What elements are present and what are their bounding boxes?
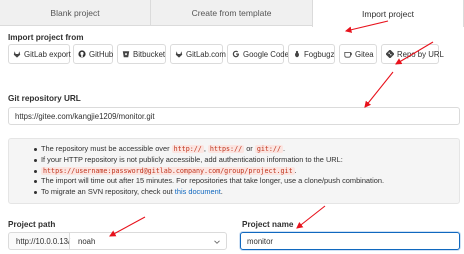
import-repo-by-url-button[interactable]: Repo by URL (381, 44, 444, 64)
import-gitea-button[interactable]: Gitea (339, 44, 377, 64)
import-source-label: Google Code (243, 49, 289, 59)
import-source-label: GitHub (89, 49, 114, 59)
git-url-input[interactable]: https://gitee.com/kangjie1209/monitor.gi… (8, 107, 460, 125)
import-fogbugz-button[interactable]: Fogbugz (288, 44, 335, 64)
tab-blank-project[interactable]: Blank project (0, 0, 150, 26)
info-item: To migrate an SVN repository, check out … (9, 187, 384, 198)
info-item: The repository must be accessible over h… (9, 144, 384, 155)
import-source-label: Gitea (355, 49, 374, 59)
tab-create-from-template[interactable]: Create from template (150, 0, 312, 26)
import-info-box: The repository must be accessible over h… (8, 138, 460, 204)
git-icon (386, 50, 394, 58)
project-path-prefix-text: http://10.0.0.13/ (16, 236, 71, 246)
info-text: The import will time out after 15 minute… (41, 176, 385, 186)
gitlab-icon (13, 51, 21, 58)
gitea-icon (344, 52, 352, 58)
info-list: The repository must be accessible over h… (9, 144, 384, 198)
tab-import-project[interactable]: Import project (312, 0, 464, 27)
import-bitbucket-button[interactable]: Bitbucket (117, 44, 166, 64)
annotation-arrow (364, 71, 394, 108)
namespace-value: noah (78, 236, 96, 246)
info-text: If your HTTP repository is not publicly … (41, 154, 343, 164)
gitlab-icon (175, 51, 183, 58)
project-name-value: monitor (247, 236, 273, 246)
annotation-arrow (296, 205, 326, 229)
git-url-label: Git repository URL (8, 94, 81, 103)
protocol-code: http:// (171, 145, 204, 153)
info-text: The repository must be accessible over (41, 144, 172, 153)
import-source-label: Repo by URL (397, 49, 444, 59)
import-source-label: Fogbugz (304, 49, 335, 59)
github-icon (78, 50, 86, 58)
info-text: . (220, 187, 223, 197)
info-text: . (283, 144, 286, 153)
info-text: To migrate an SVN repository, check out (41, 187, 175, 197)
fogbugz-icon (295, 50, 299, 58)
auth-url-code: https://username:password@gitlab.company… (41, 166, 295, 175)
google-icon (232, 50, 239, 58)
protocol-code: https:// (207, 145, 245, 153)
info-text: . (294, 165, 297, 175)
import-source-label: GitLab export (24, 49, 71, 59)
bitbucket-icon (122, 51, 130, 58)
import-source-label: GitLab.com (186, 49, 226, 59)
import-source-label: Bitbucket (133, 49, 166, 59)
git-url-value: https://gitee.com/kangjie1209/monitor.gi… (15, 111, 155, 121)
project-path-label: Project path (8, 220, 56, 229)
namespace-select[interactable]: noah (69, 232, 227, 250)
protocol-code: git:// (254, 145, 283, 153)
chevron-down-icon (214, 240, 220, 244)
info-item-code: https://username:password@gitlab.company… (9, 166, 384, 177)
svn-doc-link[interactable]: this document (175, 187, 221, 196)
info-item: If your HTTP repository is not publicly … (9, 155, 384, 166)
project-name-input[interactable]: monitor (240, 232, 460, 250)
import-from-label: Import project from (8, 33, 84, 42)
import-github-button[interactable]: GitHub (73, 44, 113, 64)
info-text: or (244, 144, 255, 153)
info-item: The import will time out after 15 minute… (9, 176, 384, 187)
project-path-prefix: http://10.0.0.13/ (8, 232, 70, 250)
import-gitlab-com-button[interactable]: GitLab.com (170, 44, 226, 64)
project-name-label: Project name (242, 220, 294, 229)
tab-bar: Blank project Create from template Impor… (0, 0, 464, 27)
import-gitlab-export-button[interactable]: GitLab export (8, 44, 71, 64)
import-google-code-button[interactable]: Google Code (227, 44, 289, 64)
